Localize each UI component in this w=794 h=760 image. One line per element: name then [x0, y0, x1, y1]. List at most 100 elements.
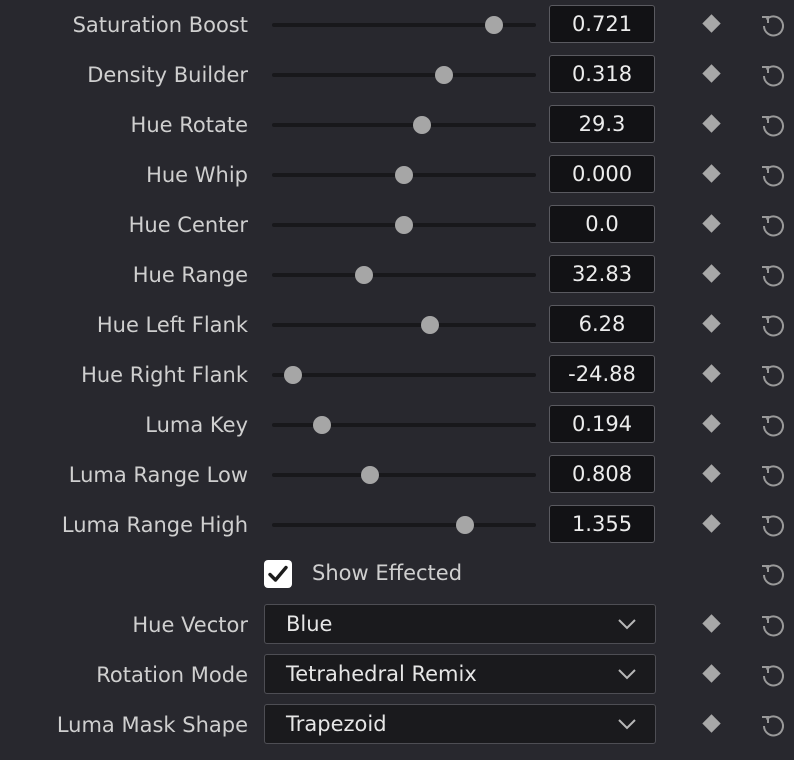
- reset-icon[interactable]: [759, 61, 787, 89]
- slider-thumb[interactable]: [434, 66, 453, 84]
- reset-icon[interactable]: [759, 311, 787, 339]
- slider-row: Saturation Boost 0.721: [0, 0, 794, 50]
- slider-thumb[interactable]: [421, 316, 440, 334]
- slider-row: Luma Range Low 0.808: [0, 450, 794, 500]
- param-label: Hue Left Flank: [96, 313, 248, 337]
- reset-icon[interactable]: [759, 261, 787, 289]
- dropdown-row: Luma Mask Shape Trapezoid: [0, 700, 794, 750]
- param-slider[interactable]: [272, 350, 536, 400]
- slider-row: Luma Range High 1.355: [0, 500, 794, 550]
- param-slider[interactable]: [272, 50, 536, 100]
- effect-controls-panel: Saturation Boost 0.721 Density Builder 0.31…: [0, 0, 794, 760]
- value-field[interactable]: 1.355: [549, 505, 655, 543]
- reset-icon[interactable]: [759, 361, 787, 389]
- keyframe-diamond-icon[interactable]: [702, 464, 721, 483]
- keyframe-diamond-icon[interactable]: [702, 64, 721, 83]
- param-slider[interactable]: [272, 200, 536, 250]
- param-label: Hue Right Flank: [81, 363, 248, 387]
- keyframe-diamond-icon[interactable]: [702, 364, 721, 383]
- value-field[interactable]: 0.194: [549, 405, 655, 443]
- slider-thumb[interactable]: [455, 516, 474, 534]
- dropdown-row: Hue Vector Blue: [0, 600, 794, 650]
- slider-thumb[interactable]: [395, 216, 413, 234]
- param-slider[interactable]: [272, 100, 536, 150]
- reset-icon[interactable]: [759, 211, 787, 239]
- reset-icon[interactable]: [759, 111, 787, 139]
- keyframe-diamond-icon[interactable]: [702, 264, 721, 283]
- slider-thumb[interactable]: [413, 116, 432, 134]
- show-effected-row: Show Effected: [0, 549, 794, 599]
- chevron-down-icon[interactable]: [617, 617, 637, 631]
- value-field[interactable]: -24.88: [549, 355, 655, 393]
- reset-icon[interactable]: [759, 661, 787, 689]
- param-label: Rotation Mode: [96, 663, 248, 687]
- value-field[interactable]: 0.721: [549, 5, 655, 43]
- param-label: Hue Vector: [132, 613, 248, 637]
- value-field[interactable]: 0.000: [549, 155, 655, 193]
- slider-thumb[interactable]: [360, 466, 379, 484]
- show-effected-label: Show Effected: [312, 561, 463, 585]
- reset-icon[interactable]: [759, 511, 787, 539]
- keyframe-diamond-icon[interactable]: [702, 114, 721, 133]
- reset-icon[interactable]: [759, 411, 787, 439]
- keyframe-diamond-icon[interactable]: [702, 614, 721, 633]
- value-field[interactable]: 0.318: [549, 55, 655, 93]
- param-label: Luma Key: [145, 413, 248, 437]
- param-slider[interactable]: [272, 300, 536, 350]
- slider-row: Hue Left Flank 6.28: [0, 300, 794, 350]
- slider-row: Hue Rotate 29.3: [0, 100, 794, 150]
- slider-row: Hue Center 0.0: [0, 200, 794, 250]
- keyframe-diamond-icon[interactable]: [702, 214, 721, 233]
- slider-row: Hue Right Flank -24.88: [0, 350, 794, 400]
- param-dropdown[interactable]: Tetrahedral Remix: [264, 654, 656, 694]
- param-label: Hue Center: [128, 213, 248, 237]
- slider-track[interactable]: [272, 473, 536, 477]
- slider-track[interactable]: [272, 373, 536, 377]
- keyframe-diamond-icon[interactable]: [702, 714, 721, 733]
- slider-thumb[interactable]: [395, 166, 413, 184]
- slider-track[interactable]: [272, 523, 536, 527]
- reset-icon[interactable]: [759, 161, 787, 189]
- param-slider[interactable]: [272, 450, 536, 500]
- keyframe-diamond-icon[interactable]: [702, 14, 721, 33]
- param-label: Density Builder: [87, 63, 248, 87]
- reset-icon[interactable]: [759, 711, 787, 739]
- value-field[interactable]: 32.83: [549, 255, 655, 293]
- slider-track[interactable]: [272, 423, 536, 427]
- value-field[interactable]: 29.3: [549, 105, 655, 143]
- keyframe-diamond-icon[interactable]: [702, 514, 721, 533]
- reset-icon[interactable]: [759, 611, 787, 639]
- slider-track[interactable]: [272, 323, 536, 327]
- param-slider[interactable]: [272, 250, 536, 300]
- slider-thumb[interactable]: [355, 266, 374, 284]
- chevron-down-icon[interactable]: [617, 667, 637, 681]
- param-label: Luma Range Low: [68, 463, 248, 487]
- dropdown-value: Tetrahedral Remix: [286, 662, 477, 686]
- slider-thumb[interactable]: [484, 16, 503, 34]
- value-field[interactable]: 0.808: [549, 455, 655, 493]
- keyframe-diamond-icon[interactable]: [702, 664, 721, 683]
- value-field[interactable]: 0.0: [549, 205, 655, 243]
- param-slider[interactable]: [272, 500, 536, 550]
- param-dropdown[interactable]: Trapezoid: [264, 704, 656, 744]
- reset-icon[interactable]: [759, 11, 787, 39]
- slider-track[interactable]: [272, 73, 536, 77]
- keyframe-diamond-icon[interactable]: [702, 314, 721, 333]
- reset-icon[interactable]: [759, 461, 787, 489]
- show-effected-checkbox[interactable]: [264, 560, 292, 588]
- chevron-down-icon[interactable]: [617, 717, 637, 731]
- slider-track[interactable]: [272, 273, 536, 277]
- param-dropdown[interactable]: Blue: [264, 604, 656, 644]
- slider-thumb[interactable]: [284, 366, 303, 384]
- reset-icon[interactable]: [759, 560, 787, 588]
- dropdown-row: Rotation Mode Tetrahedral Remix: [0, 650, 794, 700]
- slider-thumb[interactable]: [313, 416, 332, 434]
- param-slider[interactable]: [272, 150, 536, 200]
- param-slider[interactable]: [272, 0, 536, 50]
- slider-row: Hue Whip 0.000: [0, 150, 794, 200]
- param-slider[interactable]: [272, 400, 536, 450]
- slider-track[interactable]: [272, 123, 536, 127]
- value-field[interactable]: 6.28: [549, 305, 655, 343]
- keyframe-diamond-icon[interactable]: [702, 414, 721, 433]
- keyframe-diamond-icon[interactable]: [702, 164, 721, 183]
